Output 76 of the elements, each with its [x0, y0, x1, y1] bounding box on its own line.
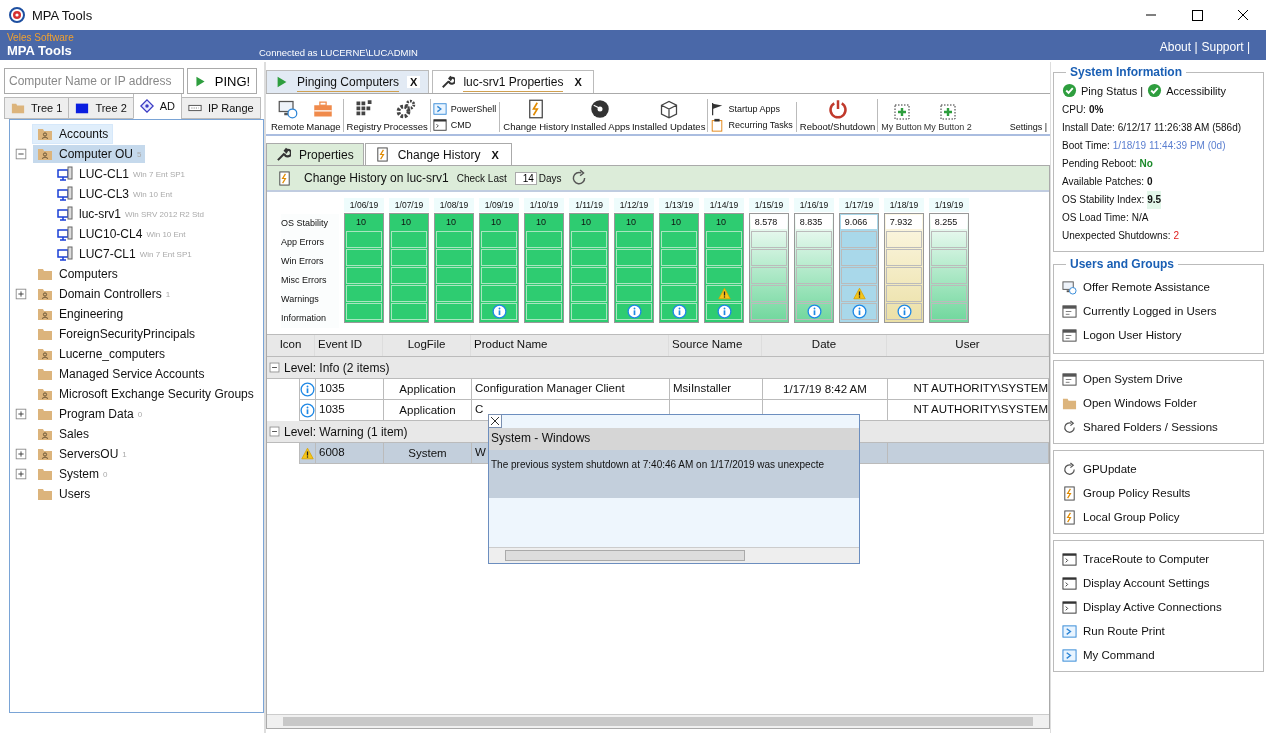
stability-score: 10 — [535, 216, 547, 229]
stability-score: 10 — [670, 216, 682, 229]
date-label: 1/17/19 — [839, 198, 879, 212]
date-label: 1/11/19 — [569, 198, 609, 212]
stability-score: 9.066 — [841, 215, 877, 229]
stability-score: 8.578 — [751, 215, 787, 229]
info-label: OS Stability Index: — [1062, 193, 1145, 207]
info-value: 6/12/17 11:26:38 AM (586d) — [1117, 121, 1242, 135]
row-label: App Errors — [281, 233, 339, 252]
date-label: 1/19/19 — [929, 198, 969, 212]
info-value: 2 — [1173, 229, 1179, 243]
group-header: Level: Info (2 items) — [284, 360, 390, 375]
stability-score: 8.255 — [931, 215, 967, 229]
group-header: Level: Warning (1 item) — [284, 424, 408, 439]
stability-score: 8.835 — [796, 215, 832, 229]
info-label: CPU: — [1062, 103, 1086, 117]
section-title: System Information — [1066, 65, 1187, 79]
date-label: 1/16/19 — [794, 198, 834, 212]
info-label: OS Load Time: — [1062, 211, 1129, 225]
table-cell: 1035 — [316, 379, 384, 399]
date-label: 1/06/19 — [344, 198, 384, 212]
date-label: 1/08/19 — [434, 198, 474, 212]
info-label: Install Date: — [1062, 121, 1115, 135]
window-title: MPA Tools — [32, 7, 93, 23]
table-cell: 1035 — [316, 400, 384, 420]
stability-score: 10 — [400, 216, 412, 229]
row-label: Warnings — [281, 290, 339, 309]
table-cell: 6008 — [316, 443, 384, 463]
table-cell: Configuration Manager Client — [472, 379, 670, 399]
date-label: 1/10/19 — [524, 198, 564, 212]
table-cell: 1/17/19 8:42 AM — [763, 379, 888, 399]
table-cell: Application — [384, 379, 472, 399]
row-label: Misc Errors — [281, 271, 339, 290]
info-label: Available Patches: — [1062, 175, 1145, 189]
date-label: 1/13/19 — [659, 198, 699, 212]
status-label: Accessibility — [1166, 84, 1227, 97]
date-label: 1/18/19 — [884, 198, 924, 212]
info-label: Pending Reboot: — [1062, 157, 1137, 171]
stability-score: 10 — [355, 216, 367, 229]
info-value: No — [1139, 157, 1153, 171]
date-label: 1/14/19 — [704, 198, 744, 212]
section-title: Users and Groups — [1066, 257, 1179, 271]
date-label: 1/07/19 — [389, 198, 429, 212]
popup-title: System - Windows — [489, 428, 859, 450]
status-label: Ping Status | — [1081, 84, 1144, 97]
info-value: 0 — [1147, 175, 1153, 189]
table-cell: System — [384, 443, 472, 463]
row-label: OS Stability — [281, 214, 339, 233]
info-value: N/A — [1131, 211, 1149, 225]
table-cell: MsiInstaller — [670, 379, 763, 399]
info-value: 9.5 — [1147, 191, 1162, 209]
info-label: Unexpected Shutdowns: — [1062, 229, 1171, 243]
popup-message: The previous system shutdown at 7:40:46 AM on 1/17/2019 was unexpecte — [489, 450, 859, 498]
stability-score: 7.932 — [886, 215, 922, 229]
stability-score: 10 — [580, 216, 592, 229]
date-label: 1/09/19 — [479, 198, 519, 212]
row-label: Win Errors — [281, 252, 339, 271]
check-last-label: Check Last — [456, 172, 507, 184]
panel-title: Change History on luc-srv1 — [304, 171, 449, 185]
info-value: 1/18/19 11:44:39 PM (0d) — [1112, 139, 1226, 153]
date-label: 1/12/19 — [614, 198, 654, 212]
vendor-name: Veles Software — [7, 32, 75, 43]
date-label: 1/15/19 — [749, 198, 789, 212]
table-cell: NT AUTHORITY\SYSTEM — [888, 400, 1049, 420]
info-value: 0% — [1088, 103, 1104, 117]
table-cell: Application — [384, 400, 472, 420]
info-label: Boot Time: — [1062, 139, 1110, 153]
row-label: Information — [281, 309, 339, 328]
stability-score: 10 — [445, 216, 457, 229]
days-label: Days — [538, 172, 562, 184]
stability-score: 10 — [625, 216, 637, 229]
product-name: MPA Tools — [7, 43, 73, 58]
stability-score: 10 — [715, 216, 727, 229]
stability-score: 10 — [490, 216, 502, 229]
table-cell: NT AUTHORITY\SYSTEM — [888, 379, 1049, 399]
connection-status: Connected as LUCERNE\LUCADMIN — [259, 47, 418, 60]
